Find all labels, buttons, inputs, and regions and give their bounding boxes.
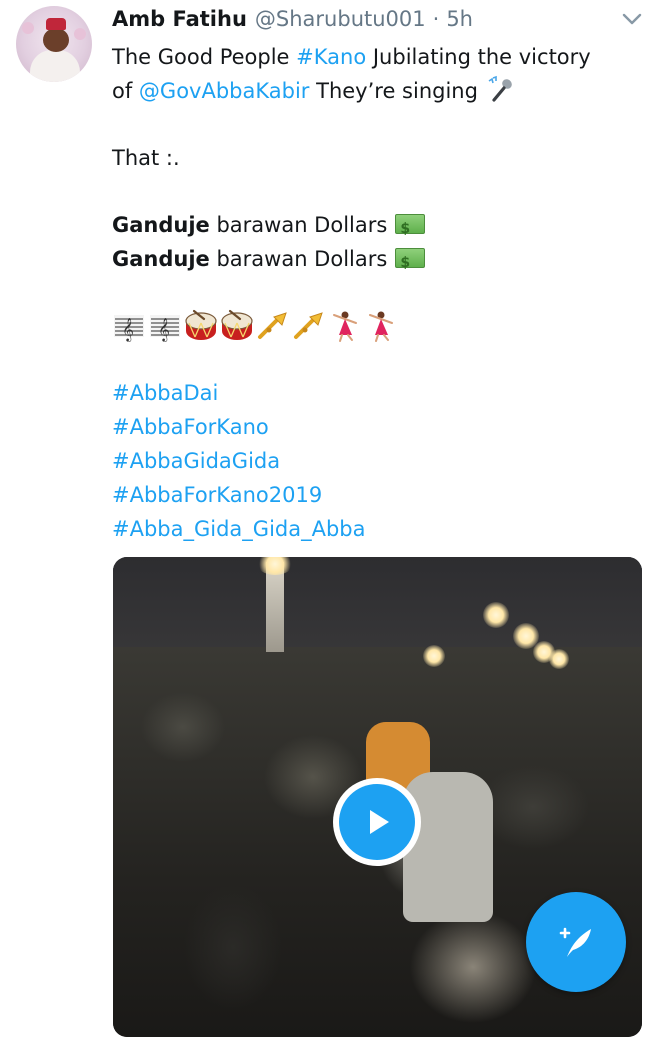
musical-score-icon: 𝄞 <box>150 315 180 342</box>
chevron-down-icon[interactable] <box>619 9 645 29</box>
emoji-row: 𝄞 𝄞 <box>112 309 642 343</box>
dollar-banknote-icon <box>395 212 426 246</box>
tweet-text-line: The Good People #Kano Jubilating the vic… <box>112 45 591 69</box>
hashtag-kano[interactable]: #Kano <box>296 45 366 69</box>
play-icon <box>370 810 389 834</box>
video-street-lamp <box>483 602 509 628</box>
tweet-header: Amb Fatihu @Sharubutu001 · 5h <box>112 2 473 36</box>
hashtag-link[interactable]: #Abba_Gida_Gida_Abba <box>112 512 642 546</box>
play-button[interactable] <box>333 778 421 866</box>
drum-icon <box>185 309 217 340</box>
microphone-icon <box>488 75 512 102</box>
avatar-robe <box>30 50 80 82</box>
chant-line: Ganduje barawan Dollars <box>112 208 642 246</box>
separator-dot: · <box>432 7 440 31</box>
tweet-body: The Good People #Kano Jubilating the vic… <box>112 40 642 546</box>
hashtag-link[interactable]: #AbbaGidaGida <box>112 444 642 478</box>
dollar-banknote-icon <box>395 246 426 280</box>
video-street-lamp <box>423 645 445 667</box>
tweet-text-line: of @GovAbbaKabir They’re singing <box>112 74 642 108</box>
video-light-pole <box>266 562 284 652</box>
hashtag-link[interactable]: #AbbaForKano2019 <box>112 478 642 512</box>
dancer-icon <box>333 311 357 342</box>
compose-tweet-button[interactable] <box>526 892 626 992</box>
avatar-cap <box>46 18 66 30</box>
mention-govabbakabir[interactable]: @GovAbbaKabir <box>139 79 310 103</box>
tweet-timestamp[interactable]: 5h <box>446 2 473 36</box>
dancer-icon <box>369 311 393 342</box>
avatar[interactable] <box>16 6 92 82</box>
drum-icon <box>221 309 253 340</box>
avatar-face <box>43 28 69 52</box>
video-street-lamp <box>549 649 569 669</box>
avatar-flower-decoration <box>22 22 34 34</box>
tweet-text-line: That :. <box>112 146 180 170</box>
hashtag-link[interactable]: #AbbaDai <box>112 376 642 410</box>
video-person-white-robe <box>403 772 493 922</box>
author-name[interactable]: Amb Fatihu <box>112 2 247 36</box>
trumpet-icon <box>294 312 323 339</box>
musical-score-icon: 𝄞 <box>114 315 144 342</box>
svg-text:𝄞: 𝄞 <box>122 317 134 342</box>
chant-line: Ganduje barawan Dollars <box>112 242 642 280</box>
compose-tweet-icon <box>559 927 591 957</box>
hashtag-link[interactable]: #AbbaForKano <box>112 410 642 444</box>
avatar-flower-decoration <box>74 28 86 40</box>
author-handle[interactable]: @Sharubutu001 <box>255 2 426 36</box>
tweet[interactable]: Amb Fatihu @Sharubutu001 · 5h The Good P… <box>0 0 660 1037</box>
svg-text:𝄞: 𝄞 <box>158 317 170 342</box>
trumpet-icon <box>258 312 287 339</box>
